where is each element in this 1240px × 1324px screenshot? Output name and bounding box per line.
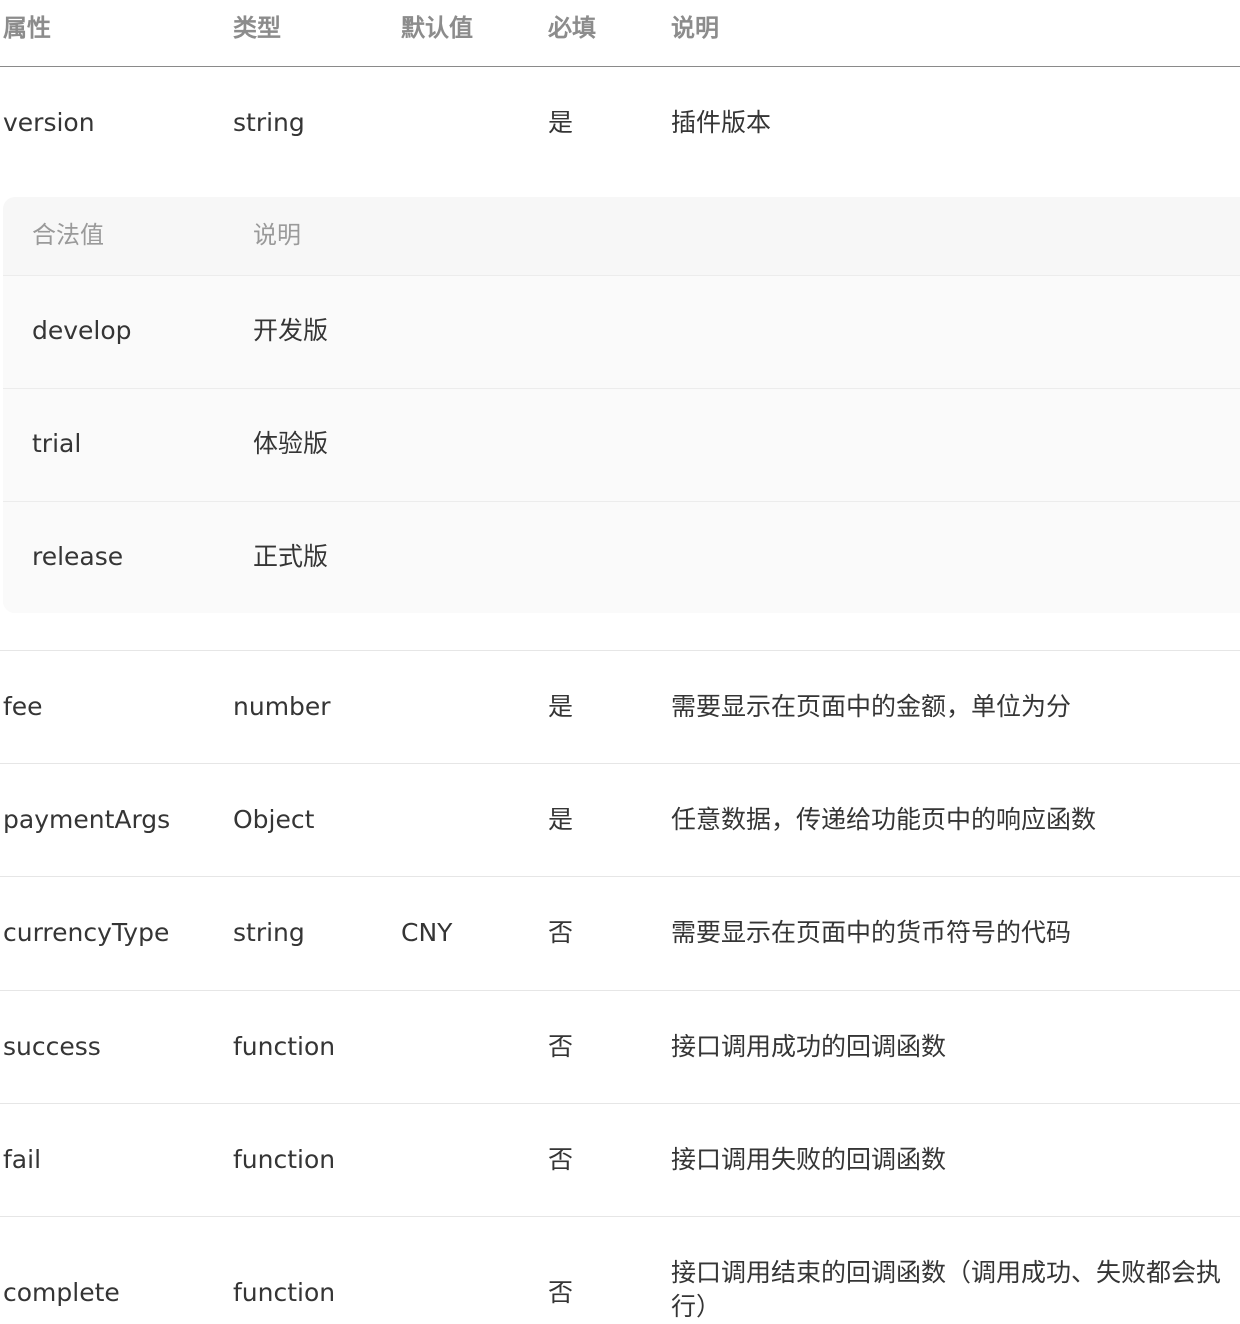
cell-type: function (233, 1278, 336, 1307)
values-row: release 正式版 (3, 501, 1240, 613)
cell-desc: 接口调用结束的回调函数（调用成功、失败都会执行） (671, 1258, 1222, 1321)
value-cell: trial (32, 429, 82, 458)
header-type: 类型 (233, 14, 281, 42)
cell-attr: version (3, 108, 95, 137)
header-default: 默认值 (401, 14, 473, 42)
cell-desc: 需要显示在页面中的货币符号的代码 (671, 918, 1072, 947)
cell-attr: fail (3, 1145, 42, 1174)
cell-attr: paymentArgs (3, 805, 171, 834)
cell-type: function (233, 1032, 336, 1061)
value-desc-cell: 体验版 (253, 429, 329, 458)
cell-attr: fee (3, 692, 43, 721)
values-row: trial 体验版 (3, 388, 1240, 501)
value-cell: release (32, 542, 124, 571)
table-row: currencyType string CNY 否 需要显示在页面中的货币符号的… (0, 877, 1240, 991)
cell-type: string (233, 108, 305, 137)
header-desc: 说明 (671, 14, 719, 42)
cell-attr: currencyType (3, 918, 170, 947)
cell-desc: 插件版本 (671, 108, 772, 137)
cell-type: string (233, 918, 305, 947)
value-desc-cell: 开发版 (253, 316, 329, 345)
table-row: paymentArgs Object 是 任意数据，传递给功能页中的响应函数 (0, 764, 1240, 877)
table-row: fee number 是 需要显示在页面中的金额，单位为分 (0, 651, 1240, 764)
cell-required: 否 (548, 1145, 574, 1174)
cell-type: number (233, 692, 331, 721)
cell-required: 是 (548, 805, 574, 834)
value-desc-cell: 正式版 (253, 542, 329, 571)
cell-required: 是 (548, 692, 574, 721)
cell-required: 否 (548, 918, 574, 947)
cell-desc: 接口调用成功的回调函数 (671, 1032, 947, 1061)
table-row: success function 否 接口调用成功的回调函数 (0, 991, 1240, 1104)
cell-type: Object (233, 805, 315, 834)
cell-desc: 接口调用失败的回调函数 (671, 1145, 947, 1174)
version-values-header: 合法值 说明 (3, 197, 1240, 275)
value-cell: develop (32, 316, 132, 345)
version-values-table: 合法值 说明 develop 开发版 trial 体验版 release 正式版 (3, 197, 1240, 613)
cell-default: CNY (401, 918, 453, 947)
values-header-desc: 说明 (253, 221, 301, 249)
table-row: fail function 否 接口调用失败的回调函数 (0, 1104, 1240, 1217)
header-attr: 属性 (3, 14, 51, 42)
cell-type: function (233, 1145, 336, 1174)
cell-attr: complete (3, 1278, 120, 1307)
cell-desc: 需要显示在页面中的金额，单位为分 (671, 692, 1072, 721)
table-header: 属性 类型 默认值 必填 说明 (0, 0, 1240, 67)
cell-required: 是 (548, 108, 574, 137)
cell-required: 否 (548, 1278, 574, 1307)
header-required: 必填 (548, 14, 596, 42)
table-row: complete function 否 接口调用结束的回调函数（调用成功、失败都… (0, 1217, 1240, 1321)
values-header-value: 合法值 (32, 221, 104, 249)
values-row: develop 开发版 (3, 275, 1240, 388)
cell-desc: 任意数据，传递给功能页中的响应函数 (671, 805, 1097, 834)
cell-attr: success (3, 1032, 101, 1061)
cell-required: 否 (548, 1032, 574, 1061)
